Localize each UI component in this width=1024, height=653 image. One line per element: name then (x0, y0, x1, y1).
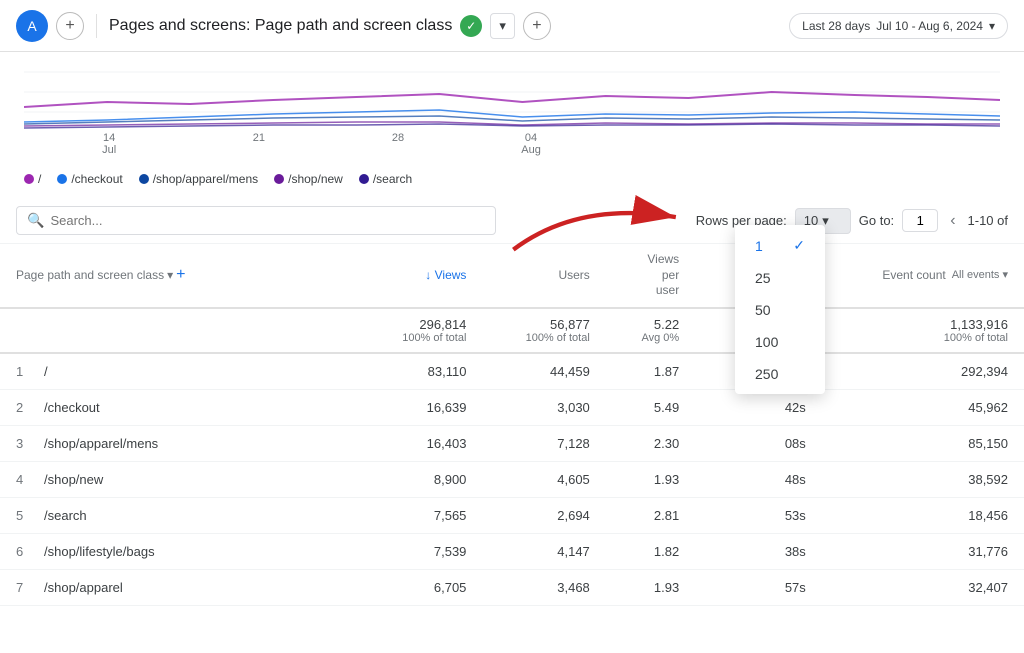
col-header-event-count[interactable]: Event count All events ▾ (822, 244, 1024, 308)
table-row: 4 /shop/new 8,900 4,605 1.93 48s 38,592 (0, 461, 1024, 497)
dropdown-arrow-icon: ▾ (499, 18, 506, 34)
goto-label: Go to: (859, 213, 894, 228)
date-dropdown-arrow: ▾ (989, 19, 995, 33)
title-dropdown[interactable]: ▾ (490, 13, 515, 39)
totals-label (0, 308, 359, 353)
date-label: Last 28 days (802, 19, 870, 33)
page-title: Pages and screens: Page path and screen … (109, 12, 781, 40)
table-row: 2 /checkout 16,639 3,030 5.49 42s 45,962 (0, 389, 1024, 425)
legend-item-shop-new: /shop/new (274, 172, 343, 186)
legend-item-shop-apparel-mens: /shop/apparel/mens (139, 172, 258, 186)
table-row: 5 /search 7,565 2,694 2.81 53s 18,456 (0, 497, 1024, 533)
header-right: Last 28 days Jul 10 - Aug 6, 2024 ▾ (789, 13, 1008, 39)
avatar: A (16, 10, 48, 42)
dropdown-option-25[interactable]: 25 (735, 262, 825, 294)
dropdown-option-1[interactable]: 1 ✓ (735, 229, 825, 262)
table-header-row: Page path and screen class ▾ + ↓ Views U… (0, 244, 1024, 308)
table-row: 7 /shop/apparel 6,705 3,468 1.93 57s 32,… (0, 569, 1024, 605)
col-header-page-path[interactable]: Page path and screen class ▾ + (0, 244, 359, 308)
status-check-icon: ✓ (460, 15, 482, 37)
page-range: 1-10 of (968, 213, 1008, 228)
legend-item-root: / (24, 172, 41, 186)
toolbar: 🔍 Rows per page: 10 ▾ Go to: ‹ 1-10 of (0, 198, 1024, 244)
dropdown-option-250[interactable]: 250 (735, 358, 825, 390)
totals-events: 1,133,916 100% of total (822, 308, 1024, 353)
table-row: 1 / 83,110 44,459 1.87 13s 292,394 (0, 353, 1024, 390)
header-divider (96, 14, 97, 38)
search-icon: 🔍 (27, 212, 44, 229)
table-row: 3 /shop/apparel/mens 16,403 7,128 2.30 0… (0, 425, 1024, 461)
col-header-vpu[interactable]: Viewsperuser (606, 244, 695, 308)
selected-check-icon: ✓ (793, 237, 805, 254)
add-report-button[interactable]: + (56, 12, 84, 40)
prev-page-button[interactable]: ‹ (946, 210, 959, 232)
line-chart (24, 52, 1000, 132)
table-row: 6 /shop/lifestyle/bags 7,539 4,147 1.82 … (0, 533, 1024, 569)
totals-users: 56,877 100% of total (482, 308, 605, 353)
totals-vpu: 5.22 Avg 0% (606, 308, 695, 353)
data-table: Page path and screen class ▾ + ↓ Views U… (0, 244, 1024, 606)
legend-item-search: /search (359, 172, 412, 186)
search-box: 🔍 (16, 206, 496, 235)
col-header-users[interactable]: Users (482, 244, 605, 308)
legend-item-checkout: /checkout (57, 172, 122, 186)
date-range-picker[interactable]: Last 28 days Jul 10 - Aug 6, 2024 ▾ (789, 13, 1008, 39)
header: A + Pages and screens: Page path and scr… (0, 0, 1024, 52)
chart-area: 14Jul 21 28 04Aug (0, 52, 1024, 168)
add-comparison-button[interactable]: + (523, 12, 551, 40)
col-add-icon[interactable]: + (176, 266, 185, 284)
totals-row: 296,814 100% of total 56,877 100% of tot… (0, 308, 1024, 353)
col-header-views[interactable]: ↓ Views (359, 244, 482, 308)
goto-input[interactable] (902, 209, 938, 232)
col-sort-icon: ▾ (167, 268, 173, 282)
totals-views: 296,814 100% of total (359, 308, 482, 353)
rows-per-page-dropdown: 1 ✓ 25 50 100 250 (735, 225, 825, 394)
dropdown-option-50[interactable]: 50 (735, 294, 825, 326)
chart-legend: / /checkout /shop/apparel/mens /shop/new… (0, 168, 1024, 198)
date-range-value: Jul 10 - Aug 6, 2024 (876, 19, 983, 33)
dropdown-option-100[interactable]: 100 (735, 326, 825, 358)
search-input[interactable] (50, 213, 485, 228)
